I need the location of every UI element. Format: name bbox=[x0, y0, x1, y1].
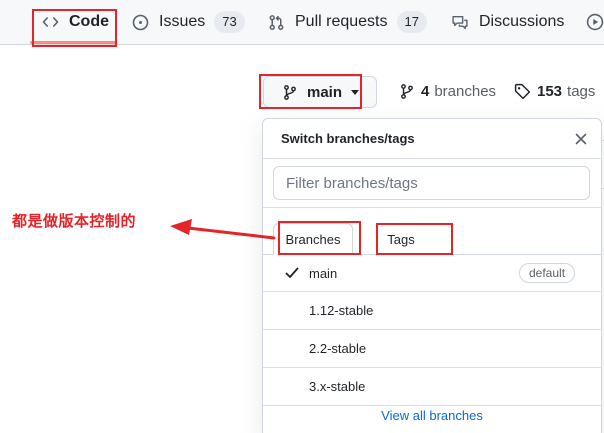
branch-item-label: main bbox=[309, 265, 338, 281]
default-badge: default bbox=[519, 263, 576, 283]
tab-issues[interactable]: Issues 73 bbox=[132, 0, 245, 44]
repo-nav: Code Issues 73 Pull requests 17 Discussi… bbox=[0, 0, 604, 45]
dropdown-header: Switch branches/tags bbox=[263, 119, 601, 159]
close-icon[interactable] bbox=[572, 130, 590, 148]
branch-item-1-12-stable[interactable]: 1.12-stable bbox=[263, 292, 601, 330]
tab-actions[interactable] bbox=[586, 0, 604, 44]
branch-item-main[interactable]: main default bbox=[263, 255, 601, 292]
branches-count: 4 bbox=[421, 82, 430, 100]
tab-discussions[interactable]: Discussions bbox=[451, 0, 564, 44]
pulls-counter: 17 bbox=[396, 11, 427, 33]
branch-item-3-x-stable[interactable]: 3.x-stable bbox=[263, 368, 601, 406]
branch-item-label: 1.12-stable bbox=[309, 303, 374, 318]
annotation-arrow-icon bbox=[170, 219, 276, 240]
branch-select-button[interactable]: main bbox=[263, 76, 377, 108]
filter-section bbox=[263, 159, 601, 208]
filter-branches-input[interactable] bbox=[273, 166, 590, 200]
branch-item-2-2-stable[interactable]: 2.2-stable bbox=[263, 330, 601, 368]
branches-label: branches bbox=[434, 82, 497, 100]
tags-count: 153 bbox=[537, 82, 563, 100]
play-icon bbox=[586, 13, 604, 31]
git-branch-icon bbox=[284, 84, 296, 100]
tab-pull-requests[interactable]: Pull requests 17 bbox=[268, 0, 427, 44]
git-pull-request-icon bbox=[269, 14, 284, 30]
code-icon bbox=[42, 17, 59, 27]
tags-link[interactable]: 153 tags bbox=[514, 80, 595, 102]
comment-discussion-icon bbox=[452, 15, 468, 29]
tab-tags[interactable]: Tags bbox=[377, 223, 425, 255]
annotation-text: 都是做版本控制的 bbox=[12, 212, 137, 230]
active-tab-underline bbox=[30, 41, 116, 44]
git-branch-icon bbox=[401, 83, 413, 99]
tab-issues-label: Issues bbox=[159, 13, 206, 30]
branch-tag-tabs: Branches Tags bbox=[263, 217, 601, 255]
tab-pull-requests-label: Pull requests bbox=[295, 13, 388, 30]
dropdown-title: Switch branches/tags bbox=[281, 131, 415, 146]
view-all-branches-link[interactable]: View all branches bbox=[263, 408, 601, 423]
tab-branches[interactable]: Branches bbox=[273, 223, 353, 255]
branch-item-label: 3.x-stable bbox=[309, 379, 366, 394]
branch-switch-dropdown: Switch branches/tags Branches Tags main … bbox=[262, 118, 602, 433]
tags-label: tags bbox=[567, 82, 596, 100]
caret-down-icon bbox=[351, 89, 360, 95]
tab-discussions-label: Discussions bbox=[479, 13, 565, 30]
issues-counter: 73 bbox=[214, 11, 245, 33]
branches-link[interactable]: 4 branches bbox=[399, 80, 496, 102]
tab-code-label: Code bbox=[69, 13, 109, 30]
branch-select-label: main bbox=[307, 83, 343, 101]
issue-opened-icon bbox=[132, 14, 149, 30]
tag-icon bbox=[514, 83, 531, 99]
tab-code[interactable]: Code bbox=[42, 0, 109, 44]
check-icon bbox=[285, 267, 299, 278]
branch-item-label: 2.2-stable bbox=[309, 341, 367, 356]
